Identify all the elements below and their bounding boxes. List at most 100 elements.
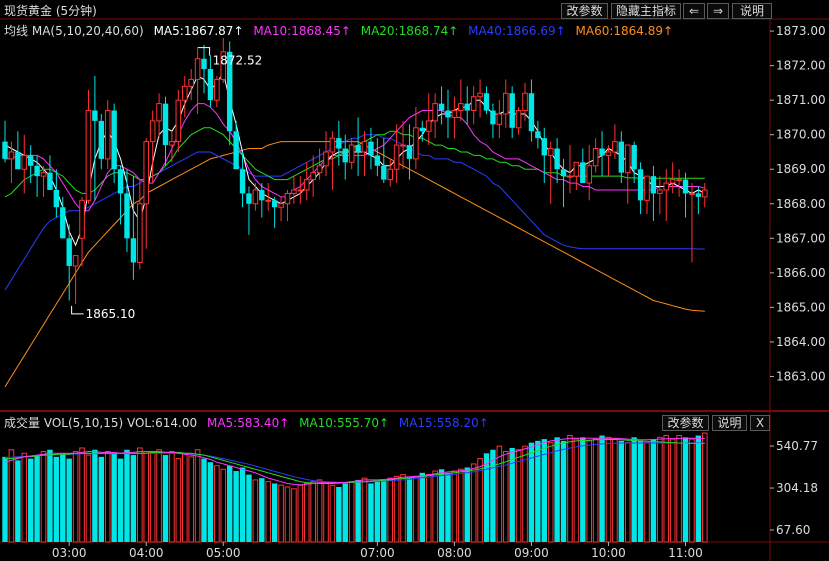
candle-body-up	[143, 141, 150, 205]
volume-bar-up	[387, 477, 393, 543]
candle-body-down	[271, 200, 278, 208]
candle-body-up	[477, 92, 483, 98]
change-params-button[interactable]: 改参数	[561, 3, 608, 19]
volume-bar-up	[432, 470, 438, 543]
volume-bar-down	[162, 455, 169, 542]
hide-main-indicator-button[interactable]: 隐藏主指标	[611, 3, 681, 19]
volume-bar-up	[156, 449, 162, 543]
legend-label: 均线	[4, 24, 29, 38]
chart-title: 现货黄金 (5分钟)	[4, 4, 97, 18]
volume-bar-up	[586, 440, 593, 543]
volume-bar-down	[47, 449, 53, 542]
volume-bar-up	[663, 435, 670, 543]
vol-change-params-button[interactable]: 改参数	[662, 415, 709, 431]
chart-app: 1872.52 1865.10 1863.00 1864.00 1865.00 1866…	[0, 0, 829, 561]
volume-bar-down	[682, 437, 689, 542]
price-tick-label: 1867.00	[776, 231, 826, 245]
candle-body-up	[502, 92, 509, 115]
candle-body-down	[207, 69, 214, 101]
candle-body-down	[695, 193, 702, 197]
candles-layer	[2, 37, 708, 304]
volume-bar-down	[438, 469, 445, 542]
scroll-left-button[interactable]: ⇐	[683, 3, 705, 19]
candle-body-up	[361, 141, 368, 153]
volume-bar-up	[104, 451, 111, 543]
candle-body-up	[194, 58, 201, 80]
volume-bar-down	[259, 478, 265, 542]
volume-bar-up	[323, 482, 329, 543]
candle-body-up	[188, 78, 194, 87]
candle-body-up	[329, 137, 336, 153]
volume-bar-up	[657, 436, 663, 543]
volume-bar-up	[348, 481, 355, 543]
candle-body-down	[509, 93, 515, 128]
candle-body-up	[413, 127, 419, 160]
volume-bar-up	[413, 475, 419, 543]
candle-body-down	[535, 131, 541, 139]
scroll-right-button[interactable]: ⇒	[707, 3, 729, 19]
time-tick-label: 05:00	[206, 546, 241, 560]
volume-bar-down	[271, 483, 278, 542]
min-value-label: 1865.10	[86, 307, 136, 321]
volume-bar-down	[2, 456, 8, 542]
candle-body-up	[85, 110, 92, 201]
chart-canvas: 1872.52 1865.10 1863.00 1864.00 1865.00 1866…	[0, 18, 829, 561]
volume-bar-down	[381, 479, 387, 542]
volume-bar-up	[8, 449, 15, 543]
volume-bar-down	[419, 472, 425, 542]
min-marker	[71, 305, 84, 315]
volume-tick-label: 304.18	[776, 481, 818, 495]
candle-body-up	[214, 78, 220, 101]
time-tick-label: 10:00	[591, 546, 626, 560]
candle-body-up	[567, 175, 573, 178]
candle-body-up	[689, 192, 695, 195]
vol-legend-label: 成交量	[4, 416, 41, 430]
time-tick-label: 11:00	[668, 546, 703, 560]
volume-bar-up	[573, 438, 580, 543]
candle-body-down	[15, 151, 21, 170]
volume-bar-up	[252, 479, 259, 543]
volume-bar-down	[695, 435, 702, 542]
candle-body-up	[137, 203, 143, 263]
volume-bar-down	[580, 437, 586, 542]
volume-bar-up	[470, 463, 477, 543]
legend-ma60: MA60:1864.89↑	[575, 24, 674, 38]
volume-bar-down	[201, 458, 207, 542]
volume-bar-up	[676, 435, 682, 543]
volume-bar-up	[21, 452, 28, 543]
candle-body-up	[72, 255, 79, 267]
candle-body-down	[554, 148, 560, 170]
candle-body-down	[34, 165, 40, 177]
vol-close-button[interactable]: X	[750, 415, 770, 431]
candle-body-down	[47, 172, 53, 190]
candle-body-down	[445, 110, 451, 118]
candle-body-up	[400, 144, 406, 147]
candle-body-up	[644, 175, 650, 201]
candle-body-up	[451, 110, 458, 118]
help-button[interactable]: 说明	[732, 3, 772, 19]
volume-bar-up	[149, 452, 156, 543]
candle-body-down	[374, 155, 381, 166]
vol-help-button[interactable]: 说明	[712, 415, 747, 431]
volume-bar-down	[355, 479, 361, 542]
volume-bar-up	[701, 432, 708, 543]
candle-body-up	[175, 99, 182, 143]
candle-body-down	[60, 207, 66, 239]
volume-bar-up	[291, 488, 297, 543]
volume-bar-up	[175, 458, 182, 543]
volume-bar-up	[612, 438, 618, 543]
candle-body-down	[246, 193, 252, 204]
volume-bar-down	[66, 458, 72, 542]
volume-bar-down	[490, 449, 496, 542]
candle-body-up	[676, 179, 682, 182]
legend-ma40: MA40:1866.69↑	[468, 24, 566, 38]
volume-legend: 成交量 VOL(5,10,15) VOL:614.00 MA5:583.40↑ …	[4, 415, 495, 431]
volume-bar-up	[79, 447, 85, 543]
volume-bar-up	[310, 481, 316, 543]
candle-body-down	[483, 93, 490, 111]
candle-body-up	[496, 113, 503, 125]
time-tick-label: 08:00	[437, 546, 472, 560]
max-value-label: 1872.52	[213, 54, 263, 68]
candle-body-down	[599, 148, 605, 156]
candle-body-up	[8, 151, 15, 160]
